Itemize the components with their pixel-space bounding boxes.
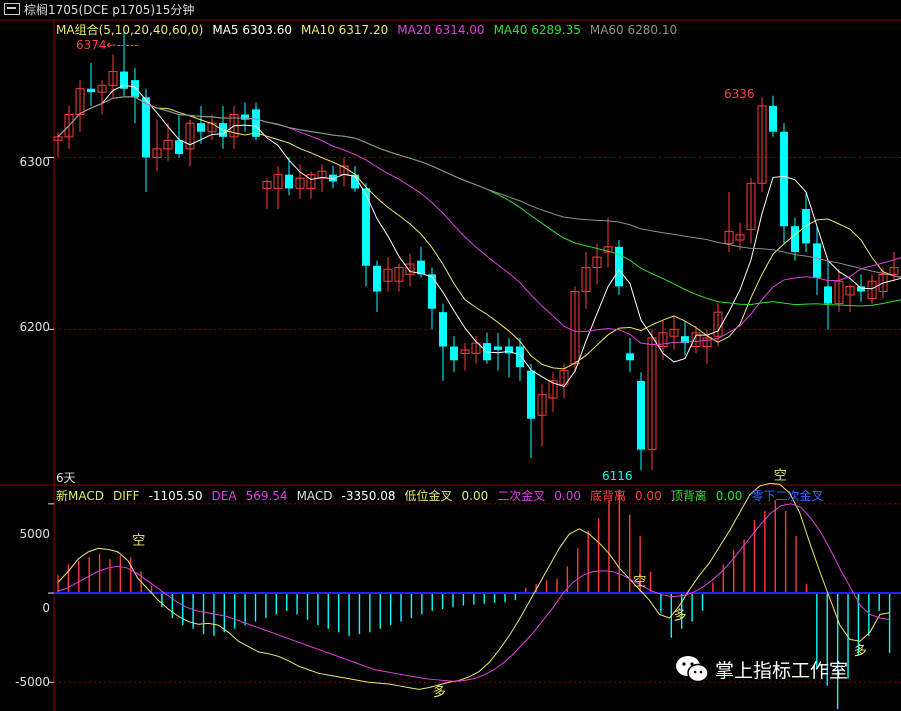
price-axis-label-6300: 6300: [19, 155, 50, 169]
macd-axis-label-5000: 5000: [19, 527, 50, 541]
candle-body-53: [637, 380, 645, 450]
macd-axis-label-minus5000: -5000: [15, 675, 50, 689]
macd-axis-label-0: 0: [42, 601, 50, 615]
candle-body-7: [131, 80, 139, 98]
candle-body-17: [241, 114, 249, 120]
ma-legend-item-0: MA组合(5,10,20,40,60,0): [56, 23, 204, 37]
window-icon[interactable]: [4, 3, 20, 15]
signal-kong-0: 空: [132, 533, 145, 548]
candle-body-73: [857, 286, 865, 292]
candle-body-34: [428, 274, 436, 309]
macd-legend-item-15: 零下二次金叉: [751, 489, 824, 503]
candle-body-8: [142, 97, 150, 158]
macd-legend-item-9: 二次金叉: [497, 489, 546, 503]
candle-body-29: [373, 265, 381, 292]
macd-legend: 新MACD DIFF -1105.50 DEA 569.54 MACD -3350.08 低位…: [56, 487, 832, 504]
macd-legend-item-11: 底背离: [589, 489, 626, 503]
candle-body-33: [417, 260, 425, 275]
macd-legend-item-7: 低位金叉: [404, 489, 453, 503]
candle-body-35: [439, 312, 447, 347]
candle-body-42: [516, 346, 524, 368]
candle-body-65: [769, 105, 777, 132]
candle-body-36: [450, 346, 458, 361]
title-bar: 棕榈1705(DCE p1705)15分钟: [0, 0, 194, 20]
candle-body-69: [813, 243, 821, 278]
market-chart[interactable]: 空多 空多 空多: [0, 0, 901, 711]
macd-legend-item-2: -1105.50: [148, 489, 203, 503]
signal-duo-5: 多: [854, 643, 867, 659]
watermark-text: 掌上指标工作室: [715, 659, 849, 682]
ma-legend: MA组合(5,10,20,40,60,0) MA5 6303.60 MA10 631…: [56, 21, 686, 38]
macd-legend-item-5: MACD: [296, 489, 333, 503]
macd-legend-item-10: 0.00: [554, 489, 581, 503]
ma-legend-item-3: MA20 6314.00: [397, 23, 485, 37]
period-label: 6天: [56, 471, 76, 485]
ma-legend-item-1: MA5 6303.60: [212, 23, 292, 37]
candle-body-3: [87, 88, 95, 93]
macd-legend-item-6: -3350.08: [341, 489, 396, 503]
watermark: 掌上指标工作室: [675, 654, 848, 684]
wechat-icon: [675, 654, 709, 684]
macd-legend-item-3: DEA: [211, 489, 237, 503]
macd-legend-item-4: 569.54: [245, 489, 288, 503]
ma10-line: [57, 96, 901, 370]
candle-body-13: [197, 123, 205, 132]
low-label: 6116: [602, 469, 633, 483]
price-axis-label-6200: 6200: [19, 320, 50, 334]
macd-legend-item-12: 0.00: [634, 489, 662, 503]
candle-body-66: [780, 131, 788, 227]
peak-label: 6336: [724, 87, 755, 101]
candle-body-21: [285, 174, 293, 189]
signal-duo-1: 多: [433, 684, 446, 700]
macd-legend-item-8: 0.00: [461, 489, 489, 503]
ma-legend-item-5: MA60 6280.10: [589, 23, 678, 37]
ma-legend-item-4: MA40 6289.35: [493, 23, 581, 37]
candle-body-43: [527, 370, 535, 419]
candle-body-67: [791, 226, 799, 252]
ma20-line: [57, 96, 901, 346]
ma-legend-item-2: MA10 6317.20: [301, 23, 389, 37]
candle-body-70: [824, 286, 832, 304]
macd-legend-item-0: 新MACD: [56, 489, 104, 503]
high-marker: 6374←-----: [76, 38, 139, 52]
chart-title: 棕榈1705(DCE p1705)15分钟: [24, 3, 195, 17]
candle-body-52: [626, 353, 634, 361]
signal-duo-3: 多: [673, 608, 686, 624]
macd-legend-item-14: 0.00: [715, 489, 743, 503]
signal-kong-2: 空: [633, 574, 646, 589]
candle-body-40: [494, 346, 502, 350]
candle-body-11: [175, 140, 183, 155]
signal-kong-4: 空: [774, 468, 787, 483]
candle-body-51: [615, 246, 623, 287]
macd-legend-item-1: DIFF: [112, 489, 140, 503]
macd-legend-item-13: 顶背离: [670, 489, 707, 503]
